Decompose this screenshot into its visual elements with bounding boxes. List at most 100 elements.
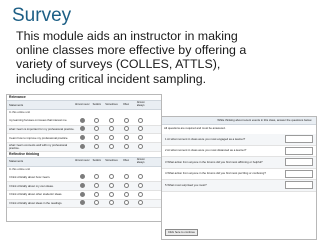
radio-button[interactable] [108,191,114,197]
column-header: Often [123,159,130,163]
question-text: I think critically about other students'… [9,192,63,197]
continue-button[interactable]: Click here to continue [165,229,198,236]
table-header: Statements Almost never Seldom Sometimes… [7,100,161,111]
radio-button[interactable] [123,126,129,132]
question-text: my learning focuses on issues that inter… [9,118,68,123]
radio-button[interactable] [108,200,114,206]
column-header: Seldom [92,102,102,106]
radio-button[interactable] [123,117,129,123]
radio-button[interactable] [123,191,129,197]
radio-button[interactable] [94,191,100,197]
table-row: I learn how to improve my professional p… [7,134,161,143]
radio-button[interactable] [123,200,129,206]
table-row: I think critically about ideas in the re… [7,199,161,209]
list-item: 1 At what moment in class were you most … [162,134,316,146]
column-header: Almost always [136,101,145,108]
question-text: 3 What action from anyone in the forums … [165,159,263,164]
question-group: my learning focuses on issues that inter… [7,117,161,152]
question-text: I learn how to improve my professional p… [9,135,69,140]
body-line: online classes more effective by offerin… [16,43,247,58]
context-label: In this online unit [9,166,30,171]
question-text: what I learn is important for my profess… [9,126,75,131]
radio-button[interactable] [108,126,114,132]
radio-button[interactable] [138,143,144,149]
radio-button[interactable] [94,183,100,189]
colles-survey-screenshot: Relevance Statements Almost never Seldom… [6,94,162,222]
answer-field[interactable] [285,158,313,167]
table-row: my learning focuses on issues that inter… [7,117,161,126]
radio-button[interactable] [138,200,144,206]
critical-incidents-screenshot: While thinking about recent events in th… [161,116,317,240]
radio-button[interactable] [138,135,144,141]
column-header: Almost never [75,102,90,106]
answer-field[interactable] [285,135,313,144]
radio-button[interactable] [94,135,100,141]
radio-button[interactable] [79,174,85,180]
radio-button[interactable] [79,191,85,197]
radio-button[interactable] [108,183,114,189]
body-line: including critical incident sampling. [16,71,207,86]
radio-button[interactable] [108,117,114,123]
body-line: variety of surveys (COLLES, ATTLS), [16,57,221,72]
radio-button[interactable] [108,174,114,180]
radio-button[interactable] [94,200,100,206]
question-text: I think critically about how I learn. [9,174,51,179]
required-note: All questions are required and must be a… [164,126,226,130]
question-text: 2 At what moment in class were you most … [165,148,247,153]
header-label: Statements [9,102,24,107]
radio-button[interactable] [123,135,129,141]
radio-button[interactable] [94,117,100,123]
question-group: I think critically about how I learn. I … [7,174,161,209]
radio-button[interactable] [108,135,114,141]
radio-button[interactable] [123,174,129,180]
question-text: 5 What most surprised you most? [165,182,207,187]
question-text: 1 At what moment in class were you most … [165,136,246,141]
radio-button[interactable] [79,183,85,189]
column-header: Seldom [92,159,102,163]
radio-button[interactable] [108,143,114,149]
radio-button[interactable] [79,117,85,123]
radio-button[interactable] [138,191,144,197]
context-label: In this online unit [9,110,30,115]
radio-button[interactable] [79,126,85,132]
header-label: Statements [9,159,24,164]
table-row: what I learn is important for my profess… [7,125,161,135]
radio-button[interactable] [79,135,85,141]
table-header: Statements Almost never Seldom Sometimes… [7,156,161,167]
column-header: Almost never [75,159,90,163]
question-text: I think critically about ideas in the re… [9,200,63,205]
question-text: what I learn connects well with my profe… [9,142,68,150]
radio-button[interactable] [138,117,144,123]
body-line: This module aids an instructor in making [16,29,238,43]
table-row: I think critically about other students'… [7,191,161,200]
column-header: Sometimes [105,159,118,163]
radio-button[interactable] [123,183,129,189]
table-row: I think critically about how I learn. [7,174,161,183]
radio-button[interactable] [94,126,100,132]
question-text: I think critically about my own ideas. [9,183,54,188]
table-row: I think critically about my own ideas. [7,182,161,191]
radio-button[interactable] [123,143,129,149]
answer-field[interactable] [285,169,313,178]
radio-button[interactable] [79,143,85,149]
answer-field[interactable] [285,146,313,155]
slide-body: This module aids an instructor in making… [16,29,316,86]
slide-title: Survey [12,5,72,26]
list-item: 4 What action from anyone in the forums … [162,169,316,180]
column-header: Almost always [136,157,145,164]
answer-field[interactable] [285,181,313,190]
radio-button[interactable] [138,126,144,132]
survey-instructions: While thinking about recent events in th… [162,117,316,125]
question-text: 4 What action from anyone in the forums … [165,171,266,176]
radio-button[interactable] [94,174,100,180]
list-item: 2 At what moment in class were you most … [162,146,316,157]
radio-button[interactable] [138,174,144,180]
table-row: what I learn connects well with my profe… [7,143,161,152]
list-item: 3 What action from anyone in the forums … [162,157,316,169]
radio-button[interactable] [79,200,85,206]
question-list: 1 At what moment in class were you most … [162,134,316,192]
radio-button[interactable] [94,143,100,149]
column-header: Sometimes [105,102,118,106]
radio-button[interactable] [138,183,144,189]
column-header: Often [123,102,130,106]
